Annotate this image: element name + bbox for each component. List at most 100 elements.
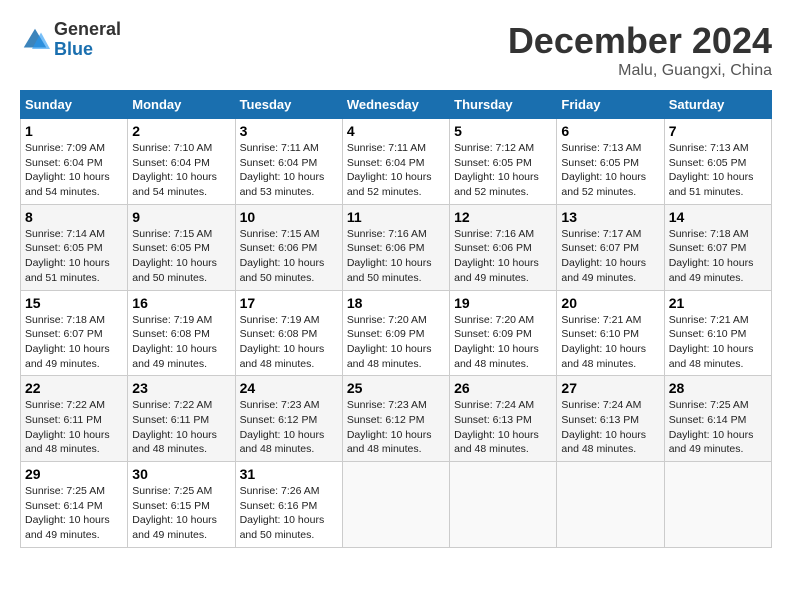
- calendar-cell: [664, 462, 771, 548]
- calendar-cell: 4Sunrise: 7:11 AMSunset: 6:04 PMDaylight…: [342, 119, 449, 205]
- day-detail: Sunrise: 7:23 AMSunset: 6:12 PMDaylight:…: [240, 398, 338, 457]
- calendar-cell: 28Sunrise: 7:25 AMSunset: 6:14 PMDayligh…: [664, 376, 771, 462]
- calendar-cell: 12 Sunrise: 7:16 AMSunset: 6:06 PMDayligh…: [450, 204, 557, 290]
- day-number: 25: [347, 380, 445, 396]
- logo: General Blue: [20, 20, 121, 60]
- day-number: 14: [669, 209, 767, 225]
- calendar-week-2: 8 Sunrise: 7:14 AMSunset: 6:05 PMDaylight…: [21, 204, 772, 290]
- day-number: 7: [669, 123, 767, 139]
- calendar-cell: 14 Sunrise: 7:18 AMSunset: 6:07 PMDayligh…: [664, 204, 771, 290]
- day-number: 8: [25, 209, 123, 225]
- month-title: December 2024: [508, 20, 772, 62]
- day-detail: Sunrise: 7:15 AMSunset: 6:06 PMDaylight:…: [240, 227, 338, 286]
- day-number: 2: [132, 123, 230, 139]
- calendar-cell: [450, 462, 557, 548]
- day-number: 9: [132, 209, 230, 225]
- weekday-header-row: SundayMondayTuesdayWednesdayThursdayFrid…: [21, 91, 772, 119]
- day-detail: Sunrise: 7:23 AMSunset: 6:12 PMDaylight:…: [347, 398, 445, 457]
- day-number: 20: [561, 295, 659, 311]
- day-detail: Sunrise: 7:10 AMSunset: 6:04 PMDaylight:…: [132, 141, 230, 200]
- calendar-cell: 19 Sunrise: 7:20 AMSunset: 6:09 PMDayligh…: [450, 290, 557, 376]
- logo-icon: [20, 25, 50, 55]
- day-detail: Sunrise: 7:13 AMSunset: 6:05 PMDaylight:…: [561, 141, 659, 200]
- day-detail: Sunrise: 7:19 AMSunset: 6:08 PMDaylight:…: [132, 313, 230, 372]
- day-number: 16: [132, 295, 230, 311]
- calendar-cell: 30 Sunrise: 7:25 AMSunset: 6:15 PMDayligh…: [128, 462, 235, 548]
- day-number: 19: [454, 295, 552, 311]
- day-detail: Sunrise: 7:17 AMSunset: 6:07 PMDaylight:…: [561, 227, 659, 286]
- calendar-cell: 18Sunrise: 7:20 AMSunset: 6:09 PMDayligh…: [342, 290, 449, 376]
- day-number: 11: [347, 209, 445, 225]
- calendar-cell: [342, 462, 449, 548]
- calendar-cell: 25 Sunrise: 7:23 AMSunset: 6:12 PMDayligh…: [342, 376, 449, 462]
- title-block: December 2024 Malu, Guangxi, China: [508, 20, 772, 80]
- day-detail: Sunrise: 7:25 AMSunset: 6:15 PMDaylight:…: [132, 484, 230, 543]
- day-number: 5: [454, 123, 552, 139]
- day-detail: Sunrise: 7:11 AMSunset: 6:04 PMDaylight:…: [240, 141, 338, 200]
- weekday-header-monday: Monday: [128, 91, 235, 119]
- page-header: General Blue December 2024 Malu, Guangxi…: [20, 20, 772, 80]
- calendar-cell: 13 Sunrise: 7:17 AMSunset: 6:07 PMDayligh…: [557, 204, 664, 290]
- calendar-week-3: 15Sunrise: 7:18 AMSunset: 6:07 PMDayligh…: [21, 290, 772, 376]
- calendar-week-5: 29Sunrise: 7:25 AMSunset: 6:14 PMDayligh…: [21, 462, 772, 548]
- logo-general: General: [54, 20, 121, 40]
- day-number: 22: [25, 380, 123, 396]
- weekday-header-tuesday: Tuesday: [235, 91, 342, 119]
- day-detail: Sunrise: 7:21 AMSunset: 6:10 PMDaylight:…: [561, 313, 659, 372]
- day-number: 12: [454, 209, 552, 225]
- day-detail: Sunrise: 7:20 AMSunset: 6:09 PMDaylight:…: [454, 313, 552, 372]
- day-number: 18: [347, 295, 445, 311]
- weekday-header-saturday: Saturday: [664, 91, 771, 119]
- day-number: 10: [240, 209, 338, 225]
- weekday-header-sunday: Sunday: [21, 91, 128, 119]
- calendar-week-1: 1 Sunrise: 7:09 AMSunset: 6:04 PMDaylight…: [21, 119, 772, 205]
- calendar-cell: 7Sunrise: 7:13 AMSunset: 6:05 PMDaylight…: [664, 119, 771, 205]
- day-detail: Sunrise: 7:24 AMSunset: 6:13 PMDaylight:…: [561, 398, 659, 457]
- day-detail: Sunrise: 7:22 AMSunset: 6:11 PMDaylight:…: [25, 398, 123, 457]
- weekday-header-wednesday: Wednesday: [342, 91, 449, 119]
- calendar-cell: 23 Sunrise: 7:22 AMSunset: 6:11 PMDayligh…: [128, 376, 235, 462]
- calendar-cell: 11 Sunrise: 7:16 AMSunset: 6:06 PMDayligh…: [342, 204, 449, 290]
- calendar-cell: 26 Sunrise: 7:24 AMSunset: 6:13 PMDayligh…: [450, 376, 557, 462]
- calendar-cell: 2 Sunrise: 7:10 AMSunset: 6:04 PMDaylight…: [128, 119, 235, 205]
- calendar-cell: 6 Sunrise: 7:13 AMSunset: 6:05 PMDaylight…: [557, 119, 664, 205]
- day-number: 21: [669, 295, 767, 311]
- day-detail: Sunrise: 7:14 AMSunset: 6:05 PMDaylight:…: [25, 227, 123, 286]
- day-detail: Sunrise: 7:16 AMSunset: 6:06 PMDaylight:…: [347, 227, 445, 286]
- calendar-week-4: 22 Sunrise: 7:22 AMSunset: 6:11 PMDayligh…: [21, 376, 772, 462]
- day-number: 17: [240, 295, 338, 311]
- day-detail: Sunrise: 7:11 AMSunset: 6:04 PMDaylight:…: [347, 141, 445, 200]
- calendar-cell: 22 Sunrise: 7:22 AMSunset: 6:11 PMDayligh…: [21, 376, 128, 462]
- day-detail: Sunrise: 7:18 AMSunset: 6:07 PMDaylight:…: [669, 227, 767, 286]
- calendar-cell: 8 Sunrise: 7:14 AMSunset: 6:05 PMDaylight…: [21, 204, 128, 290]
- day-number: 24: [240, 380, 338, 396]
- day-detail: Sunrise: 7:16 AMSunset: 6:06 PMDaylight:…: [454, 227, 552, 286]
- day-detail: Sunrise: 7:09 AMSunset: 6:04 PMDaylight:…: [25, 141, 123, 200]
- calendar-cell: 15Sunrise: 7:18 AMSunset: 6:07 PMDayligh…: [21, 290, 128, 376]
- day-detail: Sunrise: 7:12 AMSunset: 6:05 PMDaylight:…: [454, 141, 552, 200]
- logo-blue: Blue: [54, 40, 121, 60]
- weekday-header-friday: Friday: [557, 91, 664, 119]
- day-number: 23: [132, 380, 230, 396]
- day-number: 27: [561, 380, 659, 396]
- day-detail: Sunrise: 7:15 AMSunset: 6:05 PMDaylight:…: [132, 227, 230, 286]
- day-number: 26: [454, 380, 552, 396]
- calendar-cell: 5 Sunrise: 7:12 AMSunset: 6:05 PMDaylight…: [450, 119, 557, 205]
- calendar-cell: 16 Sunrise: 7:19 AMSunset: 6:08 PMDayligh…: [128, 290, 235, 376]
- day-detail: Sunrise: 7:22 AMSunset: 6:11 PMDaylight:…: [132, 398, 230, 457]
- day-number: 31: [240, 466, 338, 482]
- calendar-cell: 9 Sunrise: 7:15 AMSunset: 6:05 PMDaylight…: [128, 204, 235, 290]
- calendar-cell: 21Sunrise: 7:21 AMSunset: 6:10 PMDayligh…: [664, 290, 771, 376]
- day-number: 30: [132, 466, 230, 482]
- day-detail: Sunrise: 7:24 AMSunset: 6:13 PMDaylight:…: [454, 398, 552, 457]
- day-detail: Sunrise: 7:25 AMSunset: 6:14 PMDaylight:…: [25, 484, 123, 543]
- weekday-header-thursday: Thursday: [450, 91, 557, 119]
- calendar-cell: 29Sunrise: 7:25 AMSunset: 6:14 PMDayligh…: [21, 462, 128, 548]
- day-detail: Sunrise: 7:19 AMSunset: 6:08 PMDaylight:…: [240, 313, 338, 372]
- calendar-cell: [557, 462, 664, 548]
- day-number: 1: [25, 123, 123, 139]
- day-number: 13: [561, 209, 659, 225]
- day-number: 28: [669, 380, 767, 396]
- day-number: 6: [561, 123, 659, 139]
- calendar-cell: 20 Sunrise: 7:21 AMSunset: 6:10 PMDayligh…: [557, 290, 664, 376]
